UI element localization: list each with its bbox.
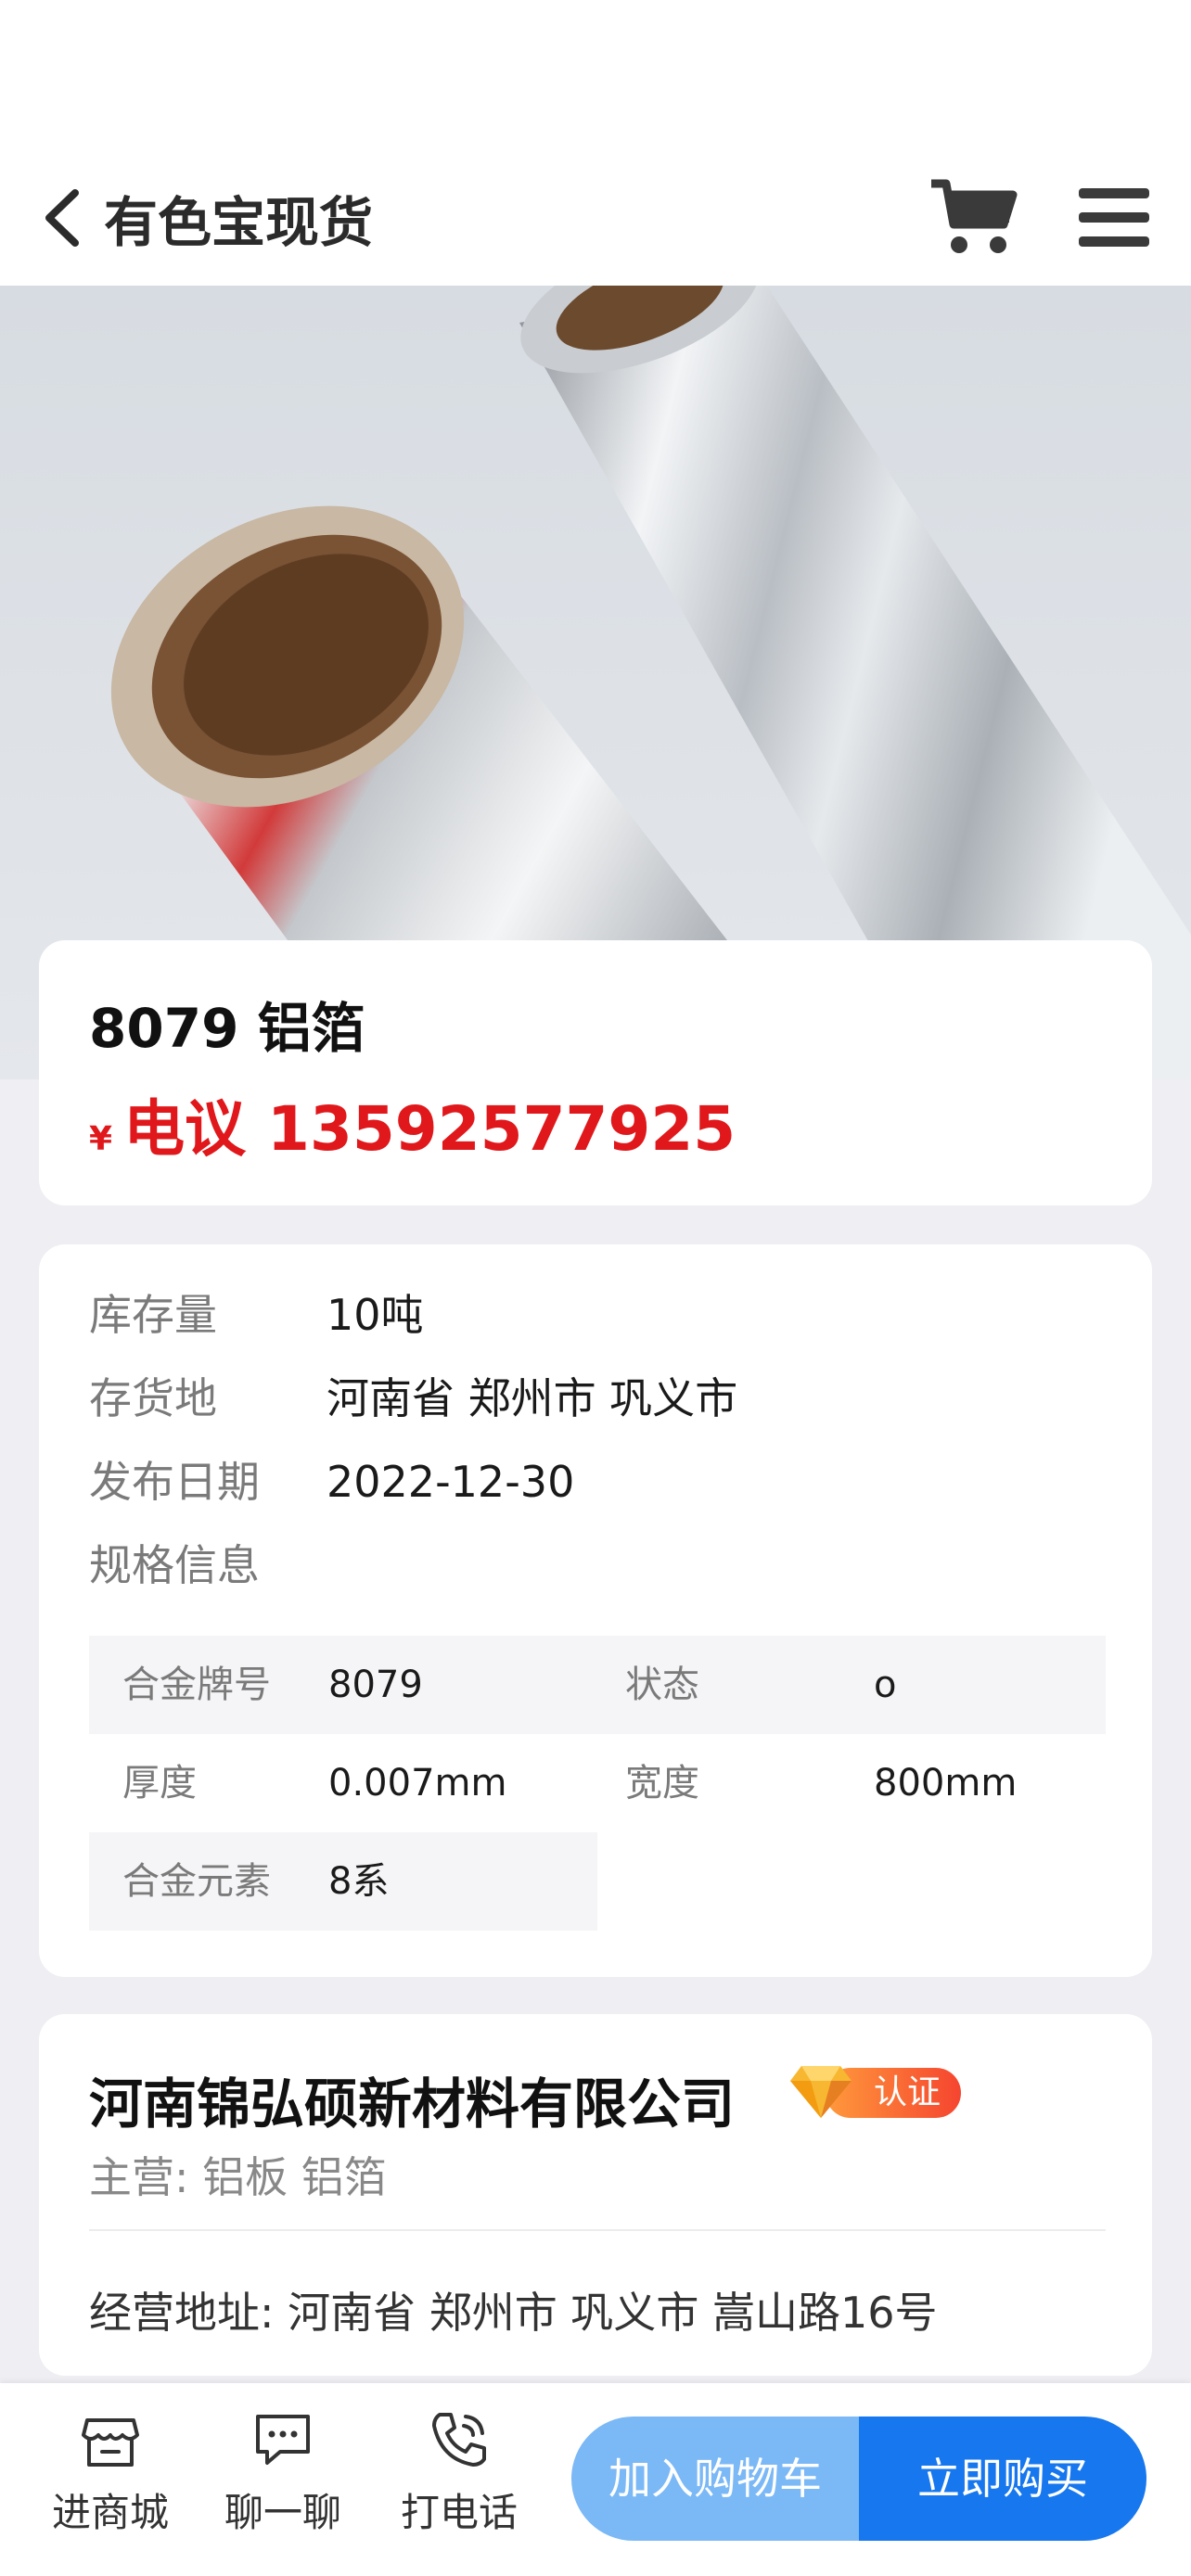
- cart-button[interactable]: [928, 176, 1020, 260]
- certified-badge: 认证: [788, 2062, 961, 2120]
- chevron-left-icon: [45, 189, 79, 247]
- info-label: 规格信息: [89, 1540, 260, 1590]
- hamburger-menu-icon: [1079, 188, 1149, 247]
- tab-label: 进商城: [51, 2490, 169, 2535]
- top-header: 有色宝现货: [0, 0, 1191, 286]
- info-value: 河南省 郑州市 巩义市: [327, 1373, 738, 1423]
- spec-value: 8079: [328, 1664, 423, 1706]
- spec-row: 合金元素 8系: [89, 1832, 597, 1931]
- currency-symbol: ¥: [89, 1120, 113, 1158]
- tab-chat[interactable]: 聊一聊: [213, 2407, 352, 2546]
- divider: [89, 2229, 1106, 2231]
- spec-label: 厚度: [122, 1762, 197, 1804]
- spec-label: 合金牌号: [122, 1664, 271, 1706]
- spec-value: 800mm: [874, 1762, 1018, 1804]
- buy-now-button[interactable]: 立即购买: [859, 2417, 1146, 2541]
- tab-label: 聊一聊: [224, 2490, 341, 2535]
- tab-label: 打电话: [400, 2490, 518, 2535]
- info-value: 2022-12-30: [327, 1457, 575, 1507]
- spec-row: 厚度 0.007mm 宽度 800mm: [89, 1734, 1106, 1832]
- spec-label: 合金元素: [122, 1860, 271, 1903]
- product-name: 8079 铝箔: [89, 997, 365, 1060]
- spec-value: o: [874, 1664, 897, 1706]
- price-row[interactable]: ¥ 电议 13592577925: [89, 1079, 736, 1168]
- product-info-card: 库存量 10吨 存货地 河南省 郑州市 巩义市 发布日期 2022-12-30 规格信…: [39, 1244, 1152, 1977]
- chat-icon: [256, 2415, 310, 2465]
- info-value: 10吨: [327, 1290, 424, 1340]
- spec-value: 0.007mm: [328, 1762, 507, 1804]
- purchase-buttons: 加入购物车 立即购买: [571, 2417, 1146, 2541]
- spec-label: 状态: [625, 1664, 699, 1706]
- tab-store[interactable]: 进商城: [41, 2407, 180, 2546]
- back-button[interactable]: [37, 185, 83, 250]
- info-label: 存货地: [89, 1373, 217, 1423]
- price-negotiable-phone[interactable]: 电议 13592577925: [123, 1079, 736, 1168]
- info-label: 发布日期: [89, 1457, 260, 1507]
- tab-phone[interactable]: 打电话: [390, 2407, 529, 2546]
- add-to-cart-button[interactable]: 加入购物车: [571, 2417, 859, 2541]
- company-name[interactable]: 河南锦弘硕新材料有限公司: [89, 2060, 735, 2138]
- company-card[interactable]: 河南锦弘硕新材料有限公司 认证 主营: 铝板 铝箔 经营地址: 河南省 郑州市 …: [39, 2014, 1152, 2376]
- page-title: 有色宝现货: [104, 191, 374, 254]
- info-row-stock: 库存量 10吨: [89, 1285, 424, 1345]
- diamond-icon: [790, 2066, 852, 2118]
- spec-value: 8系: [328, 1860, 390, 1903]
- info-row-location: 存货地 河南省 郑州市 巩义市: [89, 1369, 737, 1428]
- bottom-action-bar: 进商城 聊一聊 打电话 加入购物车 立即购买: [0, 2383, 1191, 2576]
- info-label: 库存量: [89, 1290, 217, 1340]
- spec-label: 宽度: [625, 1762, 699, 1804]
- phone-icon: [432, 2413, 486, 2467]
- product-summary-card: 8079 铝箔 ¥ 电议 13592577925: [39, 940, 1152, 1205]
- cart-icon: [931, 179, 1018, 253]
- company-address: 经营地址: 河南省 郑州市 巩义市 嵩山路16号: [89, 2288, 938, 2338]
- store-icon: [82, 2418, 139, 2467]
- spec-row: 合金牌号 8079 状态 o: [89, 1636, 1106, 1734]
- company-main-business: 主营: 铝板 铝箔: [89, 2152, 387, 2202]
- info-row-publish-date: 发布日期 2022-12-30: [89, 1452, 574, 1511]
- menu-button[interactable]: [1071, 181, 1155, 255]
- info-row-spec-heading: 规格信息: [89, 1536, 327, 1595]
